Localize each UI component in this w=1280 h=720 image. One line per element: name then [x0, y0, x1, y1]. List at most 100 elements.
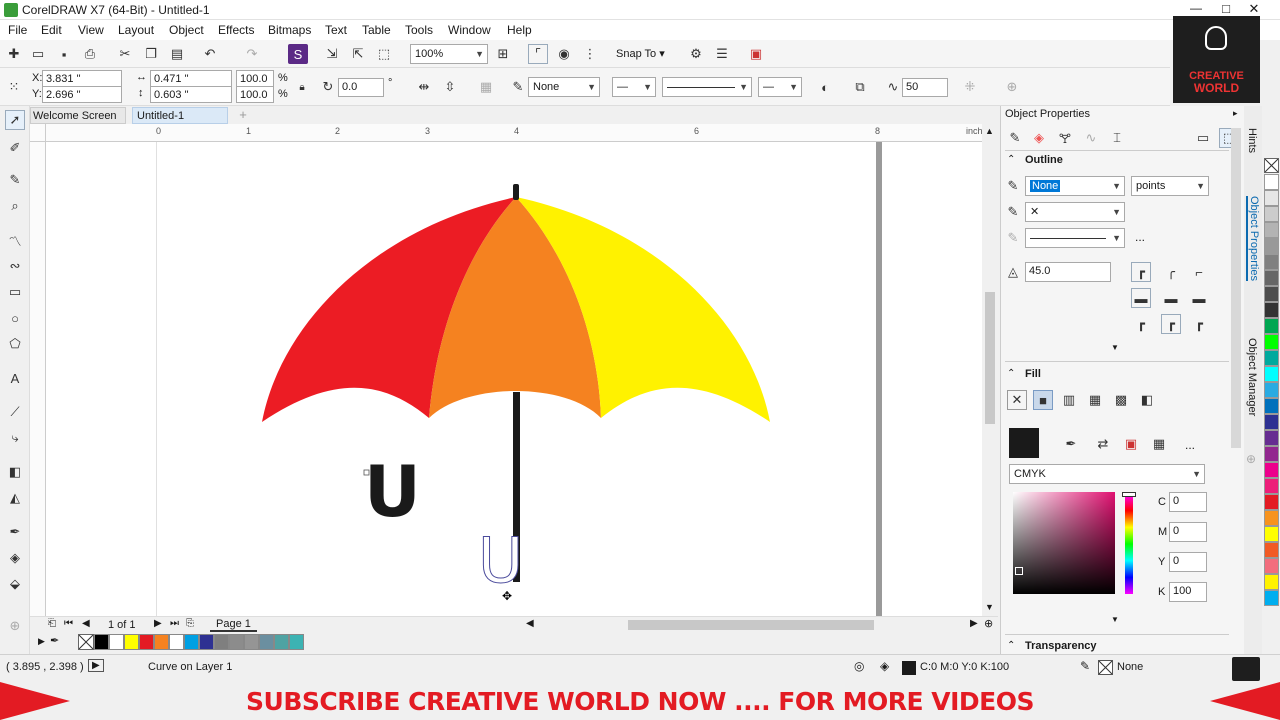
palette-swatch[interactable]	[199, 634, 214, 650]
fountain-fill-icon[interactable]: ▥	[1059, 390, 1079, 410]
crop-tool-icon[interactable]: ✎	[5, 170, 25, 190]
palette-swatch[interactable]	[1264, 270, 1279, 286]
show-rulers-icon[interactable]: ⌜	[528, 44, 548, 64]
scroll-thumb-vertical[interactable]	[985, 292, 995, 424]
pick-tool-icon[interactable]: ➚	[5, 110, 25, 130]
x-position-field[interactable]: 3.831 "	[42, 70, 122, 87]
palette-swatch[interactable]	[1264, 558, 1279, 574]
palette-swatch[interactable]	[1264, 494, 1279, 510]
drop-shadow-tool-icon[interactable]: ◧	[5, 462, 25, 482]
full-screen-icon[interactable]: ⊞	[493, 44, 513, 64]
zoom-navigator-icon[interactable]: ⊕	[984, 617, 993, 630]
position-outside-icon[interactable]: ┏	[1131, 314, 1151, 334]
end-arrow-dropdown[interactable]: — ▼	[758, 77, 802, 97]
two-color-pattern-fill-icon[interactable]: ◧	[1137, 390, 1157, 410]
add-icon[interactable]: ⊕	[1002, 77, 1022, 97]
scroll-up-icon[interactable]: ▲	[985, 126, 994, 136]
to-front-icon[interactable]: ⧉	[850, 77, 870, 97]
scroll-thumb-horizontal[interactable]	[628, 620, 874, 630]
export-icon[interactable]: ⇱	[348, 44, 368, 64]
palette-swatch[interactable]	[1264, 430, 1279, 446]
scale-y-field[interactable]: 100.0	[236, 86, 274, 103]
first-page-icon[interactable]: ⏮	[64, 618, 73, 629]
palette-swatch[interactable]	[1264, 174, 1279, 190]
save-icon[interactable]: ▪	[54, 44, 74, 64]
drawing-canvas[interactable]: U U ✥	[46, 142, 982, 616]
zoom-dropdown[interactable]: 100% ▼	[410, 44, 488, 64]
text-tool-icon[interactable]: A	[5, 368, 25, 388]
freehand-tool-icon[interactable]: 〽	[5, 230, 25, 250]
curve-tab-icon[interactable]: ∿	[1081, 128, 1101, 148]
tab-object-manager[interactable]: Object Manager	[1246, 338, 1258, 416]
scroll-left-icon[interactable]: ◀	[526, 618, 534, 629]
outline-expand-icon[interactable]: ▼	[1111, 343, 1119, 352]
color-palette-icon[interactable]: ▦	[1149, 434, 1169, 454]
vector-pattern-fill-icon[interactable]: ▦	[1085, 390, 1105, 410]
letter-u-outline[interactable]: U	[477, 529, 523, 592]
outline-style-select[interactable]: ▼	[1025, 228, 1125, 248]
cyan-field[interactable]: 0	[1169, 492, 1207, 512]
minimize-button[interactable]: —	[1182, 1, 1210, 15]
hue-slider[interactable]	[1125, 494, 1133, 594]
color-viewer-icon[interactable]: ▣	[1121, 434, 1141, 454]
y-position-field[interactable]: 2.696 "	[42, 86, 122, 103]
palette-swatch[interactable]	[1264, 478, 1279, 494]
close-button[interactable]: ✕	[1240, 1, 1268, 17]
options-icon[interactable]: ⚙	[686, 44, 706, 64]
import-icon[interactable]: ⇲	[322, 44, 342, 64]
close-curve-icon[interactable]: ◐	[815, 77, 835, 97]
fill-more-options[interactable]: ...	[1185, 438, 1195, 452]
palette-swatch[interactable]	[1264, 286, 1279, 302]
outline-section-toggle[interactable]: ⌃	[1007, 154, 1015, 165]
add-docker-icon[interactable]: ⊕	[1246, 452, 1256, 466]
paste-icon[interactable]: ▤	[167, 44, 187, 64]
smart-fill-tool-icon[interactable]: ⬙	[5, 574, 25, 594]
show-grid-icon[interactable]: ◉	[554, 44, 574, 64]
copy-icon[interactable]: ❐	[141, 44, 161, 64]
menu-help[interactable]: Help	[507, 23, 532, 37]
magenta-field[interactable]: 0	[1169, 522, 1207, 542]
width-field[interactable]: 0.471 "	[150, 70, 232, 87]
height-field[interactable]: 0.603 "	[150, 86, 232, 103]
ellipse-tool-icon[interactable]: ○	[5, 308, 25, 328]
connector-tool-icon[interactable]: ⤷	[5, 428, 25, 448]
docker-scrollbar[interactable]	[1231, 128, 1241, 448]
fill-expand-icon[interactable]: ▼	[1111, 615, 1119, 624]
palette-swatch[interactable]	[124, 634, 139, 650]
yellow-field[interactable]: 0	[1169, 552, 1207, 572]
palette-swatch[interactable]	[1264, 222, 1279, 238]
fill-section-toggle[interactable]: ⌃	[1007, 368, 1015, 379]
letter-u-filled[interactable]: U	[364, 457, 421, 527]
hue-slider-handle[interactable]	[1122, 492, 1136, 497]
tab-object-properties[interactable]: Object Properties	[1246, 196, 1260, 281]
parallel-dimension-tool-icon[interactable]: ⟋	[5, 402, 25, 422]
palette-swatch[interactable]	[1264, 542, 1279, 558]
no-fill-icon[interactable]: ✕	[1007, 390, 1027, 410]
new-icon[interactable]: ✚	[4, 44, 24, 64]
prev-page-icon[interactable]: ◀	[82, 618, 90, 629]
palette-scroll-icon[interactable]: ▶	[38, 636, 45, 647]
menu-layout[interactable]: Layout	[118, 23, 154, 37]
redo-icon[interactable]: ↷	[242, 44, 262, 64]
transparency-section-toggle[interactable]: ⌃	[1007, 640, 1015, 651]
menu-edit[interactable]: Edit	[41, 23, 62, 37]
shape-tool-icon[interactable]: ✐	[5, 138, 25, 158]
position-center-icon[interactable]: ┏	[1161, 314, 1181, 334]
palette-swatch[interactable]	[1264, 238, 1279, 254]
palette-swatch[interactable]	[1264, 414, 1279, 430]
palette-swatch[interactable]	[229, 634, 244, 650]
artistic-media-tool-icon[interactable]: ∾	[5, 256, 25, 276]
tab-welcome-screen[interactable]: Welcome Screen	[30, 107, 126, 124]
eyedropper-tool-icon[interactable]: ✒	[5, 522, 25, 542]
palette-eyedropper-icon[interactable]: ✒	[50, 634, 59, 647]
palette-swatch[interactable]	[1264, 590, 1279, 606]
palette-swatch[interactable]	[1264, 574, 1279, 590]
corner-round-icon[interactable]: ╭	[1161, 262, 1181, 282]
page-tab[interactable]: Page 1	[210, 618, 257, 632]
menu-file[interactable]: File	[8, 23, 27, 37]
cap-butt-icon[interactable]: ▬	[1131, 288, 1151, 308]
undo-icon[interactable]: ↶	[200, 44, 220, 64]
menu-text[interactable]: Text	[325, 23, 347, 37]
cap-square-icon[interactable]: ▬	[1189, 288, 1209, 308]
color-model-select[interactable]: CMYK ▼	[1009, 464, 1205, 484]
